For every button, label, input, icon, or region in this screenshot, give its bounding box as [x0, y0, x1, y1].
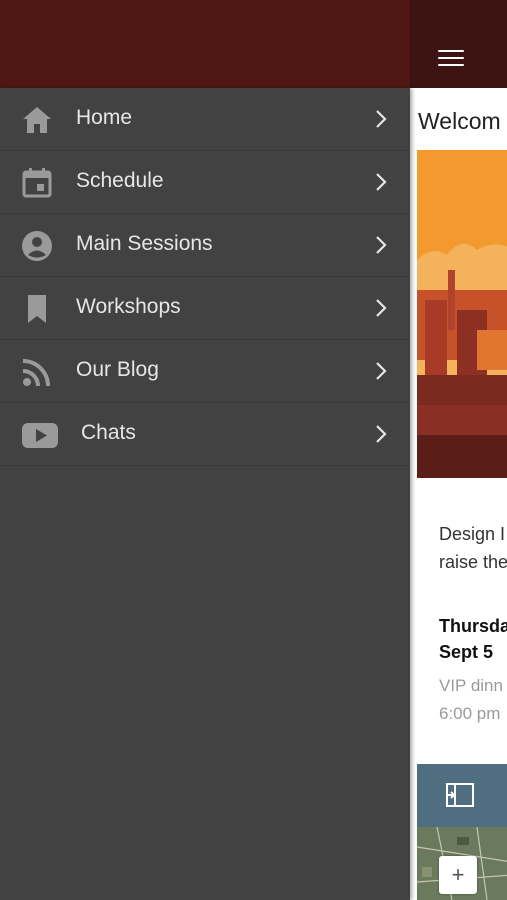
event-date-heading: Thursda Sept 5	[439, 613, 507, 665]
menu-item-our-blog[interactable]: Our Blog	[0, 340, 410, 403]
rss-icon	[22, 359, 50, 387]
menu-item-workshops[interactable]: Workshops	[0, 277, 410, 340]
home-icon	[23, 107, 51, 133]
chevron-right-icon	[376, 236, 387, 254]
hamburger-menu-icon[interactable]	[438, 50, 464, 68]
chevron-right-icon	[376, 299, 387, 317]
drawer-header	[0, 0, 410, 88]
event-details: VIP dinn 6:00 pm	[439, 672, 503, 728]
navigation-drawer: Home Schedule Main Sessions Workshops Ou…	[0, 88, 410, 900]
menu-item-home[interactable]: Home	[0, 88, 410, 151]
event-time: 6:00 pm	[439, 704, 501, 723]
menu-item-label: Home	[76, 106, 133, 129]
menu-item-main-sessions[interactable]: Main Sessions	[0, 214, 410, 277]
welcome-title: Welcom	[418, 108, 501, 134]
map-zoom-in-button[interactable]: +	[439, 856, 477, 894]
person-icon	[22, 231, 52, 261]
menu-item-schedule[interactable]: Schedule	[0, 151, 410, 214]
intro-text: Design I raise the	[439, 520, 507, 576]
chevron-right-icon	[376, 173, 387, 191]
menu-item-label: Chats	[81, 421, 136, 444]
menu-item-label: Our Blog	[76, 358, 159, 381]
menu-item-label: Schedule	[76, 169, 164, 192]
main-content: Welcom Design I raise the Thursda Sept 5…	[410, 0, 507, 900]
map-expand-icon[interactable]	[445, 782, 475, 808]
chevron-right-icon	[376, 362, 387, 380]
intro-line-1: Design I	[439, 524, 506, 544]
menu-item-label: Workshops	[76, 295, 181, 318]
main-header	[410, 0, 507, 88]
event-date: Sept 5	[439, 642, 494, 662]
map-toolbar	[417, 764, 507, 827]
bookmark-icon	[28, 295, 46, 323]
chevron-right-icon	[376, 110, 387, 128]
menu-item-label: Main Sessions	[76, 232, 213, 255]
event-day: Thursda	[439, 616, 507, 636]
chevron-right-icon	[376, 425, 387, 443]
hero-illustration	[417, 150, 507, 478]
event-title: VIP dinn	[439, 676, 503, 695]
intro-line-2: raise the	[439, 552, 507, 572]
youtube-icon	[22, 423, 58, 448]
calendar-icon	[22, 168, 52, 198]
menu-item-chats[interactable]: Chats	[0, 403, 410, 466]
